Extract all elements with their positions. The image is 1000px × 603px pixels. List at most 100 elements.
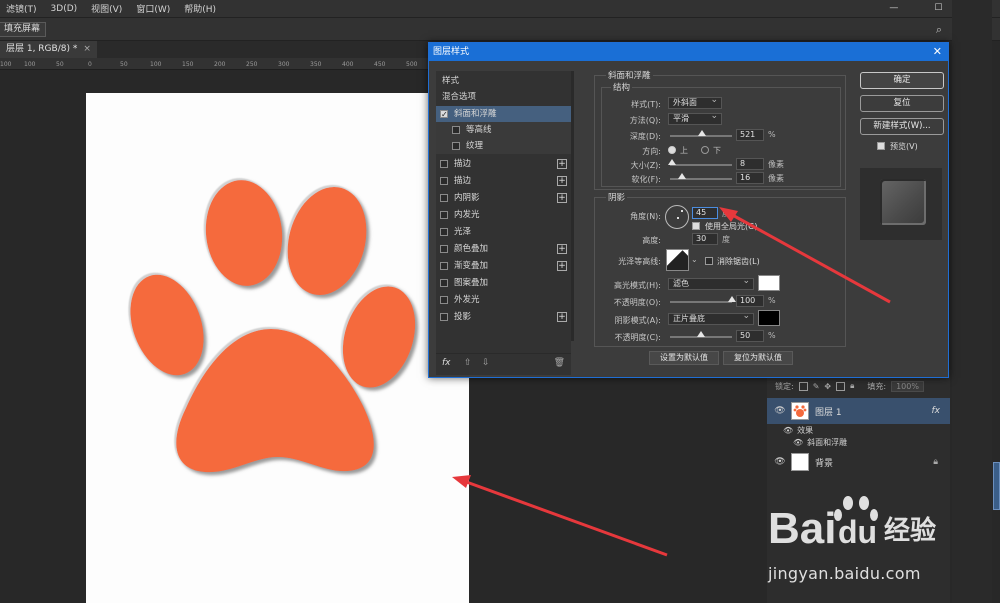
- document-canvas[interactable]: [86, 93, 469, 603]
- soften-input[interactable]: 16: [736, 172, 764, 184]
- make-default-button[interactable]: 设置为默认值: [649, 351, 719, 365]
- style-item-bevel[interactable]: 斜面和浮雕: [436, 106, 571, 123]
- brush-icon[interactable]: ✎: [813, 382, 820, 391]
- highlight-opacity-slider[interactable]: [670, 296, 736, 303]
- lock-pixels-icon[interactable]: [798, 381, 808, 391]
- add-icon[interactable]: +: [557, 176, 567, 186]
- style-item-drop-shadow[interactable]: 投影 +: [436, 309, 571, 325]
- inner-shadow-checkbox[interactable]: [440, 194, 448, 202]
- shadow-opacity-knob[interactable]: [697, 331, 705, 337]
- drop-shadow-checkbox[interactable]: [440, 313, 448, 321]
- direction-down-radio[interactable]: [701, 146, 709, 154]
- shadow-mode-select[interactable]: 正片叠底: [668, 311, 754, 325]
- visibility-eye-icon[interactable]: 👁︎: [773, 406, 787, 416]
- anti-alias-checkbox[interactable]: [705, 257, 713, 265]
- fill-input[interactable]: 100%: [891, 380, 924, 392]
- soften-slider-knob[interactable]: [678, 173, 687, 179]
- texture-checkbox[interactable]: [452, 142, 460, 150]
- fx-menu-icon[interactable]: fx: [442, 358, 451, 368]
- stroke2-checkbox[interactable]: [440, 177, 448, 185]
- size-input[interactable]: 8: [736, 158, 764, 170]
- size-slider[interactable]: [667, 159, 732, 166]
- minimize-button[interactable]: —: [889, 0, 898, 17]
- depth-slider-knob[interactable]: [698, 130, 707, 136]
- add-icon[interactable]: +: [557, 193, 567, 203]
- highlight-opacity-knob[interactable]: [728, 296, 736, 302]
- style-item-satin[interactable]: 光泽: [436, 224, 571, 240]
- style-item-contour[interactable]: 等高线: [436, 122, 571, 138]
- highlight-mode-select[interactable]: 滤色: [668, 276, 754, 290]
- move-icon[interactable]: ✥: [824, 382, 831, 391]
- highlight-color-swatch[interactable]: [758, 275, 780, 291]
- altitude-input[interactable]: 30: [692, 233, 718, 245]
- style-item-outer-glow[interactable]: 外发光: [436, 292, 571, 308]
- menu-view[interactable]: 视图(V): [91, 2, 122, 15]
- add-icon[interactable]: +: [557, 244, 567, 254]
- menu-3d[interactable]: 3D(D): [51, 4, 78, 14]
- depth-slider[interactable]: [670, 130, 732, 137]
- depth-input[interactable]: 521: [736, 129, 764, 141]
- new-style-button[interactable]: 新建样式(W)...: [860, 118, 944, 135]
- satin-checkbox[interactable]: [440, 228, 448, 236]
- angle-input[interactable]: 45: [692, 207, 718, 219]
- size-slider-knob[interactable]: [667, 159, 676, 165]
- styles-header[interactable]: 样式: [436, 73, 571, 89]
- add-icon[interactable]: +: [557, 312, 567, 322]
- artboard-icon[interactable]: [836, 381, 846, 391]
- contour-dropdown-icon[interactable]: ⌄: [691, 255, 698, 264]
- document-tab[interactable]: 层层 1, RGB/8) * ×: [0, 41, 97, 58]
- visibility-eye-icon[interactable]: 👁︎: [773, 457, 787, 467]
- menu-help[interactable]: 帮助(H): [184, 2, 216, 15]
- blending-options[interactable]: 混合选项: [436, 89, 571, 105]
- stroke-checkbox[interactable]: [440, 160, 448, 168]
- style-item-stroke[interactable]: 描边 +: [436, 156, 571, 172]
- pattern-overlay-checkbox[interactable]: [440, 279, 448, 287]
- style-select[interactable]: 外斜面: [668, 95, 722, 109]
- move-up-icon[interactable]: ⇧: [464, 358, 472, 368]
- angle-dial[interactable]: [665, 205, 689, 229]
- style-item-gradient-overlay[interactable]: 渐变叠加 +: [436, 258, 571, 274]
- outer-glow-checkbox[interactable]: [440, 296, 448, 304]
- reset-button[interactable]: 复位: [860, 95, 944, 112]
- lock-all-icon[interactable]: 🔒︎: [850, 381, 854, 391]
- direction-up-radio[interactable]: [668, 146, 676, 154]
- soften-slider[interactable]: [670, 173, 732, 180]
- trash-icon[interactable]: 🗑︎: [554, 358, 565, 368]
- global-light-checkbox[interactable]: [692, 222, 700, 230]
- reset-default-button[interactable]: 复位为默认值: [723, 351, 793, 365]
- layer-row-background[interactable]: 👁︎ 背景 🔒︎: [767, 449, 950, 475]
- shadow-opacity-slider[interactable]: [670, 331, 732, 338]
- move-down-icon[interactable]: ⇩: [482, 358, 490, 368]
- add-icon[interactable]: +: [557, 261, 567, 271]
- menu-window[interactable]: 窗口(W): [136, 2, 170, 15]
- preview-checkbox[interactable]: [877, 142, 885, 150]
- menu-filter[interactable]: 滤镜(T): [6, 2, 37, 15]
- search-icon[interactable]: ⌕: [932, 23, 946, 37]
- fill-screen-button[interactable]: 填充屏幕: [0, 22, 47, 37]
- dialog-titlebar[interactable]: 图层样式: [429, 43, 948, 61]
- panel-collapse-handle[interactable]: [993, 462, 1000, 510]
- style-item-color-overlay[interactable]: 颜色叠加 +: [436, 241, 571, 257]
- list-scrollbar[interactable]: [571, 71, 574, 341]
- dialog-close-icon[interactable]: ✕: [933, 43, 942, 61]
- inner-glow-checkbox[interactable]: [440, 211, 448, 219]
- add-icon[interactable]: +: [557, 159, 567, 169]
- fx-icon[interactable]: fx: [932, 406, 941, 416]
- bevel-checkbox[interactable]: [440, 107, 448, 123]
- layer-row-layer1[interactable]: 👁︎ 图层 1 fx: [767, 398, 950, 424]
- style-item-inner-glow[interactable]: 内发光: [436, 207, 571, 223]
- gradient-overlay-checkbox[interactable]: [440, 262, 448, 270]
- shadow-opacity-input[interactable]: 50: [736, 330, 764, 342]
- style-item-stroke-2[interactable]: 描边 +: [436, 173, 571, 189]
- technique-select[interactable]: 平滑: [668, 111, 722, 125]
- color-overlay-checkbox[interactable]: [440, 245, 448, 253]
- bevel-effect-row[interactable]: 👁︎ 斜面和浮雕: [767, 436, 950, 449]
- gloss-contour-swatch[interactable]: [666, 249, 689, 271]
- style-item-inner-shadow[interactable]: 内阴影 +: [436, 190, 571, 206]
- ok-button[interactable]: 确定: [860, 72, 944, 89]
- style-item-pattern-overlay[interactable]: 图案叠加: [436, 275, 571, 291]
- highlight-opacity-input[interactable]: 100: [736, 295, 764, 307]
- effects-eye-icon[interactable]: 👁︎: [783, 426, 793, 435]
- style-item-texture[interactable]: 纹理: [436, 138, 571, 154]
- shadow-color-swatch[interactable]: [758, 310, 780, 326]
